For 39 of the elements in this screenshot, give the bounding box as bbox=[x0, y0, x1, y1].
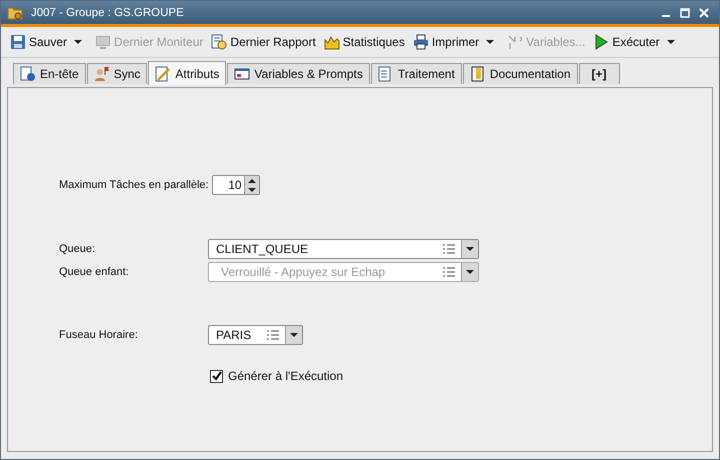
number-spinner[interactable]: 10 bbox=[212, 175, 260, 195]
list-icon[interactable] bbox=[443, 244, 455, 254]
tab[interactable]: [+] bbox=[578, 63, 620, 84]
tab[interactable]: Documentation bbox=[462, 63, 578, 84]
toolbar-button[interactable]: Imprimer bbox=[410, 32, 482, 52]
tab[interactable]: Sync bbox=[86, 63, 148, 84]
tab[interactable]: Traitement bbox=[370, 63, 462, 84]
toolbar-button[interactable]: Sauver bbox=[7, 32, 70, 52]
field-label: Maximum Tâches en parallèle: bbox=[59, 179, 210, 191]
dropdown-arrow-icon[interactable] bbox=[290, 332, 298, 338]
toolbar-button[interactable]: Dernier Rapport bbox=[208, 32, 319, 52]
book-icon bbox=[470, 66, 486, 82]
printer-icon bbox=[412, 34, 429, 50]
play-icon bbox=[593, 34, 610, 50]
caret-icon[interactable] bbox=[486, 38, 494, 46]
combo-box[interactable]: PARIS bbox=[208, 325, 303, 345]
pencil-document-icon bbox=[155, 66, 172, 82]
caret-icon[interactable] bbox=[666, 38, 675, 46]
toolbar-button[interactable]: Statistiques bbox=[320, 32, 408, 52]
toolbar-button[interactable]: Exécuter bbox=[590, 32, 663, 52]
monitor-icon bbox=[95, 34, 112, 50]
tab[interactable]: Variables & Prompts bbox=[227, 63, 370, 84]
combo-box[interactable]: CLIENT_QUEUE bbox=[208, 239, 479, 259]
folder-gear-icon bbox=[7, 4, 23, 20]
checkbox[interactable]: Générer à l'Exécution bbox=[210, 369, 344, 383]
close-icon[interactable] bbox=[699, 8, 709, 18]
tab[interactable]: En-tête bbox=[13, 63, 86, 84]
dropdown-arrow-icon[interactable] bbox=[466, 246, 474, 252]
field-label: Queue enfant: bbox=[59, 266, 130, 278]
field-label: Queue: bbox=[59, 243, 96, 255]
window-title: J007 - Groupe : GS.GROUPE bbox=[31, 6, 185, 18]
tab[interactable]: Attributs bbox=[148, 61, 226, 85]
caret-icon[interactable] bbox=[74, 38, 82, 46]
checkmark-icon bbox=[212, 371, 222, 381]
window-icon bbox=[234, 66, 250, 82]
list-icon[interactable] bbox=[267, 330, 279, 340]
person-flag-icon bbox=[94, 66, 110, 82]
maximize-icon[interactable] bbox=[680, 8, 690, 18]
field-label: Fuseau Horaire: bbox=[59, 329, 139, 341]
